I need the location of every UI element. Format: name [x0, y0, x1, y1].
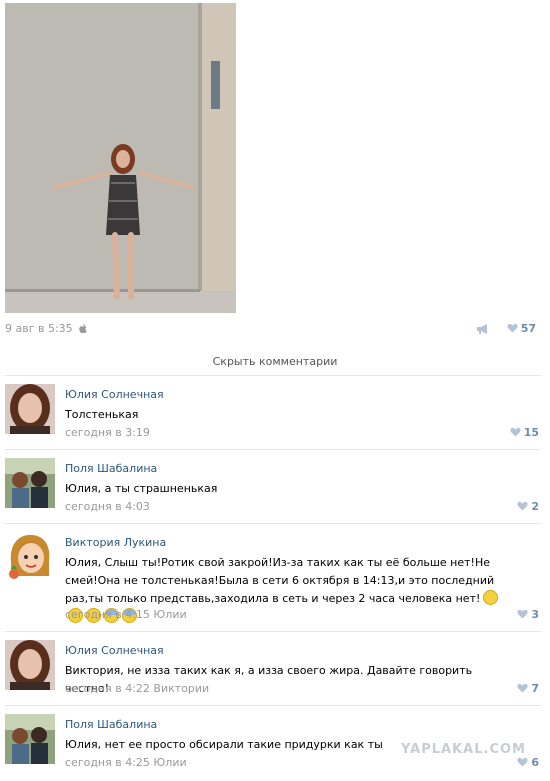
avatar[interactable] [5, 532, 55, 582]
comment-author[interactable]: Поля Шабалина [65, 462, 157, 475]
avatar-image [5, 714, 55, 764]
heart-icon [510, 427, 521, 437]
heart-icon [517, 501, 528, 511]
divider [5, 631, 541, 632]
apple-icon [79, 324, 87, 333]
grimace-emoji-icon [483, 590, 499, 605]
avatar-image [5, 532, 55, 582]
divider [5, 449, 541, 450]
comment-like-button[interactable]: 7 [517, 682, 539, 695]
avatar[interactable] [5, 714, 55, 764]
comment-author[interactable]: Юлия Солнечная [65, 388, 164, 401]
post-date[interactable]: 9 авг в 5:35 [5, 322, 87, 335]
megaphone-icon[interactable] [476, 323, 490, 335]
avatar-image [5, 640, 55, 690]
post-date-text: 9 авг в 5:35 [5, 322, 73, 335]
comment-date[interactable]: сегодня в 3:19 [65, 426, 150, 439]
comment-author[interactable]: Виктория Лукина [65, 536, 166, 549]
avatar[interactable] [5, 640, 55, 690]
comment-author[interactable]: Поля Шабалина [65, 718, 157, 731]
avatar-image [5, 458, 55, 508]
comment-like-button[interactable]: 2 [517, 500, 539, 513]
avatar[interactable] [5, 384, 55, 434]
avatar[interactable] [5, 458, 55, 508]
comment-date[interactable]: сегодня в 4:03 [65, 500, 150, 513]
comment-text-content: Юлия, Слыш ты!Ротик свой закрой!Из-за та… [65, 556, 495, 605]
comment-date[interactable]: сегодня в 4:25 Юлии [65, 756, 187, 769]
divider [5, 705, 541, 706]
comment-text: Толстенькая [65, 408, 139, 421]
photo-image [5, 3, 236, 313]
comment-like-count: 2 [531, 500, 539, 513]
comment-author[interactable]: Юлия Солнечная [65, 644, 164, 657]
comment-like-count: 6 [531, 756, 539, 769]
avatar-image [5, 384, 55, 434]
comment-like-button[interactable]: 6 [517, 756, 539, 769]
comment-like-count: 15 [523, 426, 539, 439]
heart-icon [517, 757, 528, 767]
comment-like-button[interactable]: 15 [510, 426, 539, 439]
heart-icon [517, 609, 528, 619]
divider [5, 375, 541, 376]
comment: Юлия Солнечная Толстенькая сегодня в 3:1… [5, 384, 541, 440]
hide-comments-link[interactable]: Скрыть комментарии [0, 355, 550, 368]
post-photo[interactable] [5, 3, 236, 313]
comment: Виктория Лукина Юлия, Слыш ты!Ротик свой… [5, 532, 541, 624]
comment-like-count: 3 [531, 608, 539, 621]
watermark: YAPLAKAL.COM [401, 742, 526, 757]
comment-date[interactable]: сегодня в 4:15 Юлии [65, 608, 187, 621]
heart-icon [517, 683, 528, 693]
post-like-count: 57 [520, 322, 536, 335]
post-like-button[interactable]: 57 [507, 322, 536, 335]
comment-date[interactable]: сегодня в 4:22 Виктории [65, 682, 209, 695]
comment-like-count: 7 [531, 682, 539, 695]
comment: Поля Шабалина Юлия, а ты страшненькая се… [5, 458, 541, 514]
comment: Юлия Солнечная Виктория, не изза таких к… [5, 640, 541, 696]
heart-icon [507, 323, 518, 333]
comment-like-button[interactable]: 3 [517, 608, 539, 621]
divider [5, 523, 541, 524]
post-meta: 9 авг в 5:35 57 [5, 322, 540, 338]
comment-text: Юлия, а ты страшненькая [65, 482, 218, 495]
